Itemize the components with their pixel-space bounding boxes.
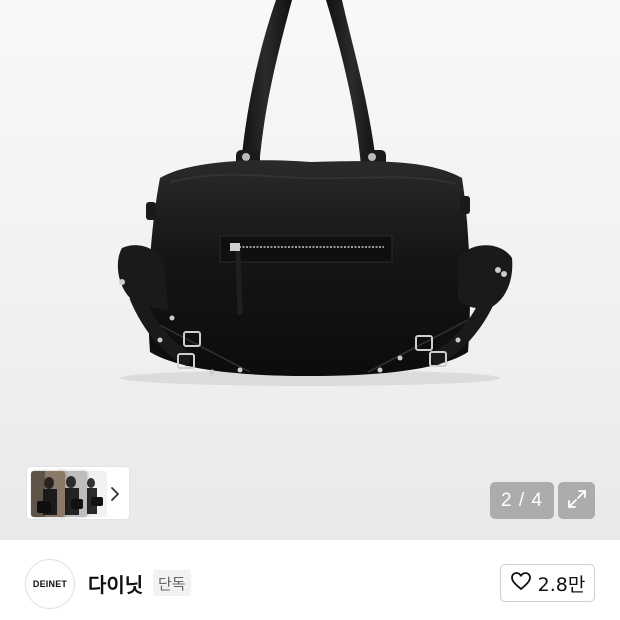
brand-logo[interactable]: DEINET (25, 559, 75, 609)
thumbnail-strip[interactable] (26, 466, 130, 520)
like-button[interactable]: 2.8만 (500, 564, 595, 602)
thumbnail-1[interactable] (31, 471, 65, 517)
product-image (117, 0, 513, 386)
product-gallery[interactable]: 2 / 4 (0, 0, 620, 540)
expand-button[interactable] (558, 482, 595, 519)
page-indicator: 2 / 4 (490, 482, 554, 519)
brand-name[interactable]: 다이닛 (88, 569, 143, 598)
chevron-right-icon[interactable] (107, 484, 123, 504)
heart-icon (510, 571, 532, 595)
exclusive-badge: 단독 (153, 570, 191, 596)
like-count: 2.8만 (537, 573, 586, 596)
thumbnail-1-image (31, 471, 65, 517)
brand-bar: DEINET 다이닛 단독 2.8만 (0, 540, 620, 620)
expand-icon (566, 488, 588, 514)
